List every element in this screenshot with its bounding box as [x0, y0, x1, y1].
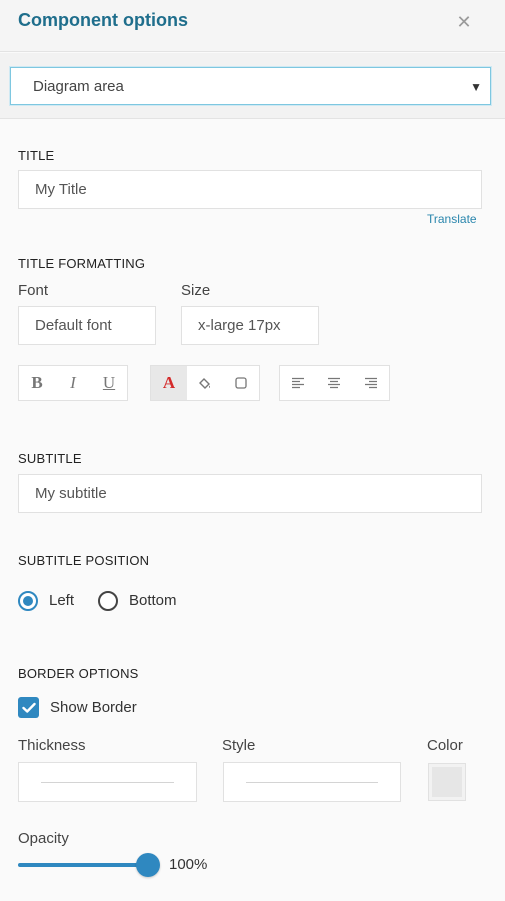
bold-button[interactable]: B	[19, 366, 55, 400]
border-color-button[interactable]	[223, 366, 259, 400]
title-formatting-label: TITLE FORMATTING	[18, 256, 146, 271]
opacity-label: Opacity	[18, 830, 69, 847]
close-icon[interactable]: ✕	[452, 10, 476, 34]
underline-button[interactable]: U	[91, 366, 127, 400]
show-border-label: Show Border	[50, 699, 137, 716]
align-group	[279, 365, 390, 401]
size-label: Size	[181, 282, 211, 299]
component-select[interactable]: Diagram area ▼	[10, 67, 491, 105]
subtitle-input[interactable]: My subtitle	[18, 474, 482, 513]
radio-left-label: Left	[49, 592, 75, 609]
opacity-slider-handle[interactable]	[136, 853, 160, 877]
panel-header: Component options ✕	[0, 0, 505, 52]
title-input[interactable]: My Title	[18, 170, 482, 209]
component-select-value: Diagram area	[33, 78, 124, 95]
component-selector-band: Diagram area ▼	[0, 53, 505, 119]
border-icon	[235, 377, 247, 389]
italic-button[interactable]: I	[55, 366, 91, 400]
size-select-value: x-large 17px	[198, 317, 281, 334]
border-color-swatch[interactable]	[429, 764, 465, 800]
subtitle-section-label: SUBTITLE	[18, 451, 82, 466]
color-group: A	[150, 365, 260, 401]
align-left-button[interactable]	[280, 366, 316, 400]
thickness-preview-line	[41, 782, 174, 783]
panel-title: Component options	[18, 10, 188, 30]
show-border-checkbox[interactable]	[18, 697, 39, 718]
radio-bottom[interactable]	[98, 591, 118, 611]
title-section-label: TITLE	[18, 148, 55, 163]
style-preview-line	[246, 782, 378, 783]
subtitle-position-label: SUBTITLE POSITION	[18, 553, 150, 568]
font-color-button[interactable]: A	[151, 366, 187, 400]
font-select[interactable]: Default font	[18, 306, 156, 345]
align-center-button[interactable]	[316, 366, 352, 400]
opacity-slider-track[interactable]	[18, 863, 148, 867]
translate-link[interactable]: Translate	[427, 212, 477, 226]
align-left-icon	[292, 377, 305, 389]
paint-bucket-icon	[199, 378, 210, 389]
align-center-icon	[328, 377, 341, 389]
color-label: Color	[427, 737, 463, 754]
thickness-label: Thickness	[18, 737, 86, 754]
align-right-icon	[364, 377, 377, 389]
size-select[interactable]: x-large 17px	[181, 306, 319, 345]
radio-left[interactable]	[18, 591, 38, 611]
align-right-button[interactable]	[353, 366, 389, 400]
font-select-value: Default font	[35, 317, 112, 334]
caret-down-icon: ▼	[470, 80, 482, 94]
checkmark-icon	[21, 702, 36, 713]
fill-color-button[interactable]	[187, 366, 223, 400]
text-style-group: B I U	[18, 365, 128, 401]
font-label: Font	[18, 282, 49, 299]
title-input-value: My Title	[35, 181, 87, 198]
radio-bottom-label: Bottom	[129, 592, 177, 609]
border-options-label: BORDER OPTIONS	[18, 666, 139, 681]
style-label: Style	[222, 737, 256, 754]
style-select[interactable]	[223, 762, 401, 802]
opacity-value: 100%	[169, 856, 208, 873]
subtitle-input-value: My subtitle	[35, 485, 107, 502]
thickness-select[interactable]	[18, 762, 197, 802]
